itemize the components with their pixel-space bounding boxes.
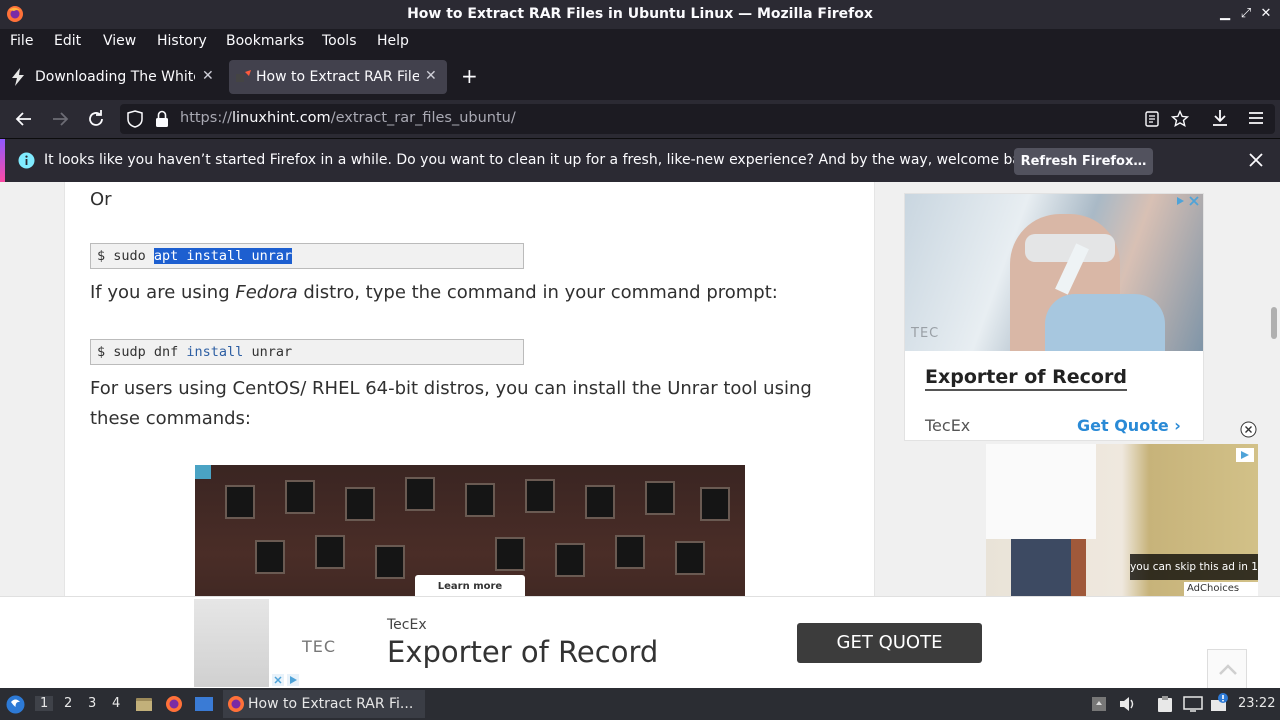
menu-tools[interactable]: Tools bbox=[322, 33, 357, 49]
file-manager-icon[interactable] bbox=[135, 695, 153, 713]
refresh-firefox-button[interactable]: Refresh Firefox… bbox=[1014, 148, 1153, 175]
reload-icon[interactable] bbox=[85, 108, 107, 130]
back-arrow-icon[interactable] bbox=[13, 108, 35, 130]
selected-text: apt install unrar bbox=[153, 248, 293, 264]
downloads-icon[interactable] bbox=[1210, 108, 1230, 128]
reader-view-icon[interactable] bbox=[1145, 111, 1159, 127]
volume-icon[interactable] bbox=[1119, 696, 1137, 712]
info-icon bbox=[18, 152, 35, 169]
bolt-icon bbox=[10, 68, 26, 86]
ad-marker-icon bbox=[195, 465, 211, 479]
adchoices-label[interactable]: AdChoices bbox=[1184, 582, 1258, 596]
banner-brand: TecEx bbox=[387, 617, 427, 633]
taskbar-app-label: How to Extract RAR Fi... bbox=[248, 696, 414, 712]
tab-downloading[interactable]: Downloading The White ✕ bbox=[4, 60, 222, 94]
skip-ad-countdown: you can skip this ad in 1 bbox=[1130, 554, 1258, 580]
banner-headline[interactable]: Exporter of Record bbox=[387, 635, 658, 669]
get-quote-button[interactable]: GET QUOTE bbox=[797, 623, 982, 663]
hamburger-menu-icon[interactable] bbox=[1247, 109, 1265, 127]
code-block-apt[interactable]: $ sudo apt install unrar bbox=[90, 243, 524, 269]
adchoices-icon[interactable] bbox=[1175, 195, 1201, 207]
lock-icon[interactable] bbox=[155, 110, 169, 128]
ad-headline[interactable]: Exporter of Record bbox=[925, 366, 1127, 391]
start-menu-icon[interactable] bbox=[6, 695, 25, 714]
taskbar-firefox-window[interactable]: How to Extract RAR Fi... bbox=[223, 690, 425, 718]
new-tab-button[interactable]: + bbox=[461, 66, 479, 86]
window-titlebar: How to Extract RAR Files in Ubuntu Linux… bbox=[0, 0, 1280, 29]
centos-paragraph: For users using CentOS/ RHEL 64-bit dist… bbox=[90, 378, 812, 429]
close-ad-icon[interactable] bbox=[1240, 421, 1257, 438]
adchoices-icon[interactable] bbox=[1236, 448, 1254, 462]
banner-adchoices-icon[interactable] bbox=[272, 674, 302, 686]
or-text: Or bbox=[90, 189, 112, 210]
display-icon[interactable] bbox=[1183, 695, 1203, 713]
page-scrollbar-thumb[interactable] bbox=[1271, 307, 1277, 339]
menu-edit[interactable]: Edit bbox=[54, 33, 81, 49]
notification-bar: It looks like you haven’t started Firefo… bbox=[0, 138, 1280, 183]
url-bar[interactable]: https://linuxhint.com/extract_rar_files_… bbox=[120, 104, 1275, 134]
ad-photo: TEC bbox=[905, 194, 1203, 351]
notification-accent bbox=[0, 139, 5, 183]
tray-upload-icon[interactable] bbox=[1091, 696, 1107, 712]
tab-label: How to Extract RAR Files bbox=[256, 69, 419, 85]
menu-bar: File Edit View History Bookmarks Tools H… bbox=[0, 29, 1280, 54]
forward-arrow-icon[interactable] bbox=[49, 108, 71, 130]
workspace-2[interactable]: 2 bbox=[64, 696, 72, 711]
system-taskbar: 1 2 3 4 How to Extract RAR Fi... 23:22 bbox=[0, 688, 1280, 720]
tec-logo: TEC bbox=[911, 326, 940, 341]
window-title: How to Extract RAR Files in Ubuntu Linux… bbox=[407, 6, 873, 22]
tab-bar: Downloading The White ✕ How to Extract R… bbox=[0, 54, 1280, 100]
shield-icon[interactable] bbox=[127, 110, 143, 128]
fedora-paragraph: If you are using Fedora distro, type the… bbox=[90, 282, 778, 303]
update-notification-icon[interactable] bbox=[1209, 693, 1229, 713]
maximize-button[interactable]: ⤢ bbox=[1238, 6, 1254, 22]
tab-close-icon[interactable]: ✕ bbox=[202, 69, 216, 83]
bottom-banner-ad[interactable]: TEC TecEx Exporter of Record GET QUOTE bbox=[0, 596, 1280, 689]
firefox-launcher-icon[interactable] bbox=[165, 695, 183, 713]
side-ad[interactable]: TEC Exporter of Record TecEx Get Quote › bbox=[904, 193, 1204, 441]
close-notification-icon[interactable] bbox=[1249, 153, 1263, 167]
workspace-3[interactable]: 3 bbox=[88, 696, 96, 711]
chevron-right-icon: › bbox=[1174, 416, 1181, 435]
tab-close-icon[interactable]: ✕ bbox=[425, 69, 439, 83]
sticky-video-ad[interactable]: you can skip this ad in 1 AdChoices bbox=[986, 444, 1258, 596]
menu-file[interactable]: File bbox=[10, 33, 33, 49]
menu-history[interactable]: History bbox=[157, 33, 207, 49]
workspace-4[interactable]: 4 bbox=[112, 696, 120, 711]
banner-image bbox=[194, 599, 269, 687]
linuxhint-icon bbox=[236, 70, 252, 84]
ad-brand: TecEx bbox=[925, 416, 971, 435]
get-quote-link[interactable]: Get Quote › bbox=[1077, 416, 1181, 435]
desktop-icon[interactable] bbox=[194, 696, 214, 712]
code-block-dnf[interactable]: $ sudp dnf install unrar bbox=[90, 339, 524, 365]
menu-help[interactable]: Help bbox=[377, 33, 409, 49]
tab-extract-rar[interactable]: How to Extract RAR Files ✕ bbox=[229, 60, 447, 94]
firefox-icon bbox=[227, 695, 245, 713]
clipboard-icon[interactable] bbox=[1156, 695, 1174, 713]
tab-label: Downloading The White bbox=[35, 69, 195, 85]
minimize-button[interactable]: ▁ bbox=[1217, 6, 1233, 22]
url-text[interactable]: https://linuxhint.com/extract_rar_files_… bbox=[180, 110, 516, 126]
scroll-to-top-button[interactable] bbox=[1207, 649, 1247, 689]
clock: 23:22 bbox=[1238, 696, 1276, 711]
menu-bookmarks[interactable]: Bookmarks bbox=[226, 33, 304, 49]
tec-logo: TEC bbox=[302, 637, 337, 656]
workspace-1[interactable]: 1 bbox=[35, 696, 54, 711]
close-window-button[interactable]: ✕ bbox=[1258, 6, 1274, 22]
notification-message: It looks like you haven’t started Firefo… bbox=[44, 152, 1043, 168]
menu-view[interactable]: View bbox=[103, 33, 136, 49]
bookmark-star-icon[interactable] bbox=[1171, 110, 1189, 128]
